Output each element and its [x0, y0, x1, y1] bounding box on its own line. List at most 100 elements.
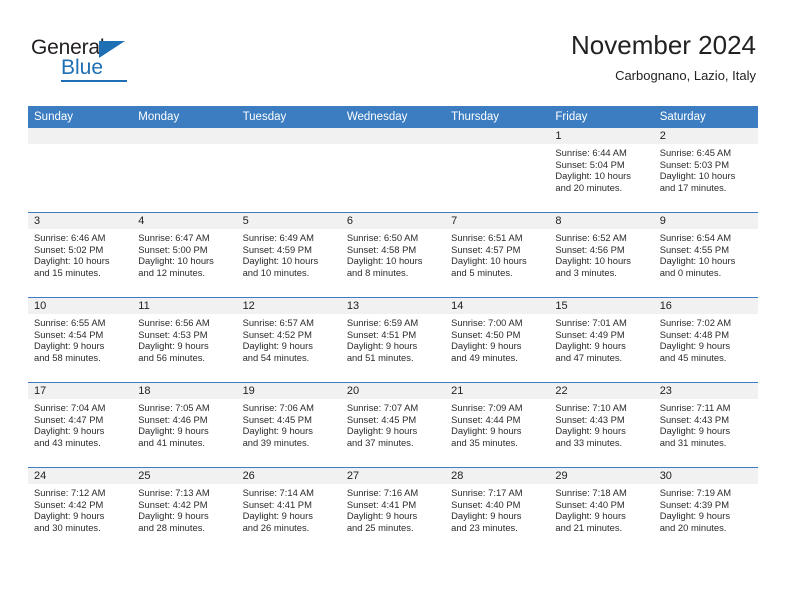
day-number: 30: [653, 468, 758, 484]
calendar-day-cell[interactable]: 1 Sunrise: 6:44 AM Sunset: 5:04 PM Daylight…: [549, 128, 654, 213]
calendar-day-cell[interactable]: 15 Sunrise: 7:01 AM Sunset: 4:49 PM Dayligh…: [549, 297, 654, 383]
day-detail-line: and 10 minutes.: [242, 266, 310, 278]
calendar-week-row: 10 Sunrise: 6:55 AM Sunset: 4:54 PM Dayligh…: [28, 297, 758, 383]
day-detail-line: Sunset: 4:41 PM: [346, 498, 417, 510]
day-cell-inner: 24 Sunrise: 7:12 AM Sunset: 4:42 PM Dayligh…: [28, 468, 133, 552]
day-detail-line: and 21 minutes.: [555, 521, 623, 533]
day-detail-line: Sunset: 4:42 PM: [34, 498, 104, 510]
day-cell-details: Sunrise: 7:04 AM Sunset: 4:47 PM Daylight:…: [28, 399, 132, 448]
calendar-day-cell[interactable]: 23 Sunrise: 7:11 AM Sunset: 4:43 PM Dayligh…: [653, 382, 758, 468]
day-number: [28, 128, 133, 144]
day-detail-line: Sunrise: 7:14 AM: [242, 487, 314, 498]
day-cell-details: Sunrise: 7:16 AM Sunset: 4:41 PM Daylight:…: [341, 484, 445, 533]
day-number: 25: [132, 468, 237, 484]
day-detail-line: and 8 minutes.: [346, 266, 409, 278]
logo-underline: [61, 80, 127, 82]
day-cell-details: Sunrise: 7:12 AM Sunset: 4:42 PM Daylight:…: [28, 484, 132, 533]
day-detail-line: Sunset: 4:57 PM: [451, 243, 521, 255]
day-detail-line: and 49 minutes.: [451, 351, 518, 363]
day-detail-line: Daylight: 9 hours: [659, 340, 731, 352]
day-cell-inner: [236, 128, 341, 212]
day-detail-line: Daylight: 9 hours: [555, 340, 626, 352]
day-number: 13: [340, 298, 446, 314]
day-detail-line: Sunrise: 7:12 AM: [34, 487, 106, 498]
day-detail-line: Sunset: 4:58 PM: [346, 243, 417, 255]
calendar-day-cell[interactable]: 22 Sunrise: 7:10 AM Sunset: 4:43 PM Dayligh…: [549, 382, 654, 468]
day-detail-line: Sunrise: 7:19 AM: [659, 487, 732, 498]
location-subtitle: Carbognano, Lazio, Italy: [615, 68, 756, 83]
day-number: 21: [445, 383, 550, 399]
day-detail-line: Daylight: 9 hours: [242, 340, 313, 352]
calendar-day-cell[interactable]: 5 Sunrise: 6:49 AM Sunset: 4:59 PM Daylight…: [236, 212, 341, 298]
day-cell-inner: 26 Sunrise: 7:14 AM Sunset: 4:41 PM Dayligh…: [236, 468, 341, 552]
day-cell-inner: 2 Sunrise: 6:45 AM Sunset: 5:03 PM Daylight…: [653, 128, 758, 212]
day-cell-details: [132, 144, 236, 147]
calendar-day-cell[interactable]: 20 Sunrise: 7:07 AM Sunset: 4:45 PM Dayligh…: [340, 382, 446, 468]
calendar-day-cell[interactable]: 21 Sunrise: 7:09 AM Sunset: 4:44 PM Dayligh…: [445, 382, 550, 468]
calendar-day-cell[interactable]: 27 Sunrise: 7:16 AM Sunset: 4:41 PM Dayligh…: [340, 467, 446, 552]
day-number: 8: [549, 213, 654, 229]
day-detail-line: Sunrise: 7:07 AM: [346, 402, 419, 413]
day-cell-inner: 14 Sunrise: 7:00 AM Sunset: 4:50 PM Dayligh…: [445, 298, 550, 382]
day-detail-line: Daylight: 10 hours: [242, 255, 319, 267]
day-cell-details: Sunrise: 7:09 AM Sunset: 4:44 PM Daylight:…: [445, 399, 549, 448]
day-cell-details: Sunrise: 6:44 AM Sunset: 5:04 PM Daylight:…: [549, 144, 653, 193]
day-cell-inner: [340, 128, 446, 212]
calendar-day-cell[interactable]: 18 Sunrise: 7:05 AM Sunset: 4:46 PM Dayligh…: [132, 382, 237, 468]
day-number: 12: [236, 298, 341, 314]
day-detail-line: Daylight: 9 hours: [34, 510, 105, 522]
weekday-header-sunday: Sunday: [28, 106, 133, 128]
day-detail-line: Sunset: 4:55 PM: [659, 243, 729, 255]
day-number: 5: [236, 213, 341, 229]
calendar-day-cell[interactable]: 17 Sunrise: 7:04 AM Sunset: 4:47 PM Dayligh…: [28, 382, 133, 468]
calendar-day-cell[interactable]: 30 Sunrise: 7:19 AM Sunset: 4:39 PM Dayligh…: [653, 467, 758, 552]
day-cell-inner: 21 Sunrise: 7:09 AM Sunset: 4:44 PM Dayligh…: [445, 383, 550, 467]
day-detail-line: Sunset: 4:59 PM: [242, 243, 312, 255]
day-number: 18: [132, 383, 237, 399]
day-detail-line: Daylight: 9 hours: [138, 425, 209, 437]
calendar-day-cell[interactable]: 26 Sunrise: 7:14 AM Sunset: 4:41 PM Dayligh…: [236, 467, 341, 552]
calendar-day-cell[interactable]: 12 Sunrise: 6:57 AM Sunset: 4:52 PM Dayligh…: [236, 297, 341, 383]
day-number: 24: [28, 468, 133, 484]
calendar-day-cell[interactable]: 13 Sunrise: 6:59 AM Sunset: 4:51 PM Dayligh…: [340, 297, 446, 383]
calendar-day-cell[interactable]: 29 Sunrise: 7:18 AM Sunset: 4:40 PM Dayligh…: [549, 467, 654, 552]
calendar-day-cell[interactable]: 25 Sunrise: 7:13 AM Sunset: 4:42 PM Dayligh…: [132, 467, 237, 552]
calendar-day-cell[interactable]: 4 Sunrise: 6:47 AM Sunset: 5:00 PM Daylight…: [132, 212, 237, 298]
day-detail-line: Daylight: 9 hours: [346, 510, 418, 522]
calendar-day-cell[interactable]: 3 Sunrise: 6:46 AM Sunset: 5:02 PM Daylight…: [28, 212, 133, 298]
day-cell-inner: 3 Sunrise: 6:46 AM Sunset: 5:02 PM Daylight…: [28, 213, 133, 297]
calendar-day-cell[interactable]: 11 Sunrise: 6:56 AM Sunset: 4:53 PM Dayligh…: [132, 297, 237, 383]
day-detail-line: Daylight: 9 hours: [138, 510, 209, 522]
day-cell-details: [341, 144, 445, 147]
day-number: 17: [28, 383, 133, 399]
calendar-page: General Blue November 2024 Carbognano, L…: [0, 0, 792, 612]
day-detail-line: Sunset: 4:56 PM: [555, 243, 625, 255]
day-number: [132, 128, 237, 144]
calendar-day-cell[interactable]: 7 Sunrise: 6:51 AM Sunset: 4:57 PM Daylight…: [445, 212, 550, 298]
calendar-day-cell[interactable]: 19 Sunrise: 7:06 AM Sunset: 4:45 PM Dayligh…: [236, 382, 341, 468]
day-detail-line: Sunset: 4:39 PM: [659, 498, 729, 510]
calendar-day-cell[interactable]: 16 Sunrise: 7:02 AM Sunset: 4:48 PM Dayligh…: [653, 297, 758, 383]
calendar-day-cell[interactable]: 24 Sunrise: 7:12 AM Sunset: 4:42 PM Dayligh…: [28, 467, 133, 552]
day-detail-line: Sunrise: 6:49 AM: [242, 232, 314, 243]
day-detail-line: Sunrise: 7:06 AM: [242, 402, 314, 413]
calendar-day-cell[interactable]: 14 Sunrise: 7:00 AM Sunset: 4:50 PM Dayligh…: [445, 297, 550, 383]
day-cell-inner: 19 Sunrise: 7:06 AM Sunset: 4:45 PM Dayligh…: [236, 383, 341, 467]
day-number: [340, 128, 446, 144]
day-detail-line: Sunset: 4:53 PM: [138, 328, 208, 340]
day-detail-line: Sunset: 4:45 PM: [242, 413, 312, 425]
day-cell-details: Sunrise: 6:47 AM Sunset: 5:00 PM Daylight:…: [132, 229, 236, 278]
calendar-day-cell[interactable]: 28 Sunrise: 7:17 AM Sunset: 4:40 PM Dayligh…: [445, 467, 550, 552]
calendar-day-cell[interactable]: 2 Sunrise: 6:45 AM Sunset: 5:03 PM Daylight…: [653, 128, 758, 213]
day-cell-inner: 8 Sunrise: 6:52 AM Sunset: 4:56 PM Daylight…: [549, 213, 654, 297]
calendar-day-cell[interactable]: 8 Sunrise: 6:52 AM Sunset: 4:56 PM Daylight…: [549, 212, 654, 298]
day-cell-details: Sunrise: 7:14 AM Sunset: 4:41 PM Daylight:…: [237, 484, 341, 533]
day-cell-details: [28, 144, 132, 147]
calendar-day-cell[interactable]: 9 Sunrise: 6:54 AM Sunset: 4:55 PM Daylight…: [653, 212, 758, 298]
day-detail-line: Daylight: 9 hours: [346, 340, 418, 352]
calendar-day-cell[interactable]: 6 Sunrise: 6:50 AM Sunset: 4:58 PM Daylight…: [340, 212, 446, 298]
day-detail-line: Sunrise: 7:01 AM: [555, 317, 627, 328]
day-cell-details: Sunrise: 7:11 AM Sunset: 4:43 PM Daylight:…: [654, 399, 758, 448]
calendar-day-cell[interactable]: 10 Sunrise: 6:55 AM Sunset: 4:54 PM Dayligh…: [28, 297, 133, 383]
day-cell-inner: 10 Sunrise: 6:55 AM Sunset: 4:54 PM Dayligh…: [28, 298, 133, 382]
